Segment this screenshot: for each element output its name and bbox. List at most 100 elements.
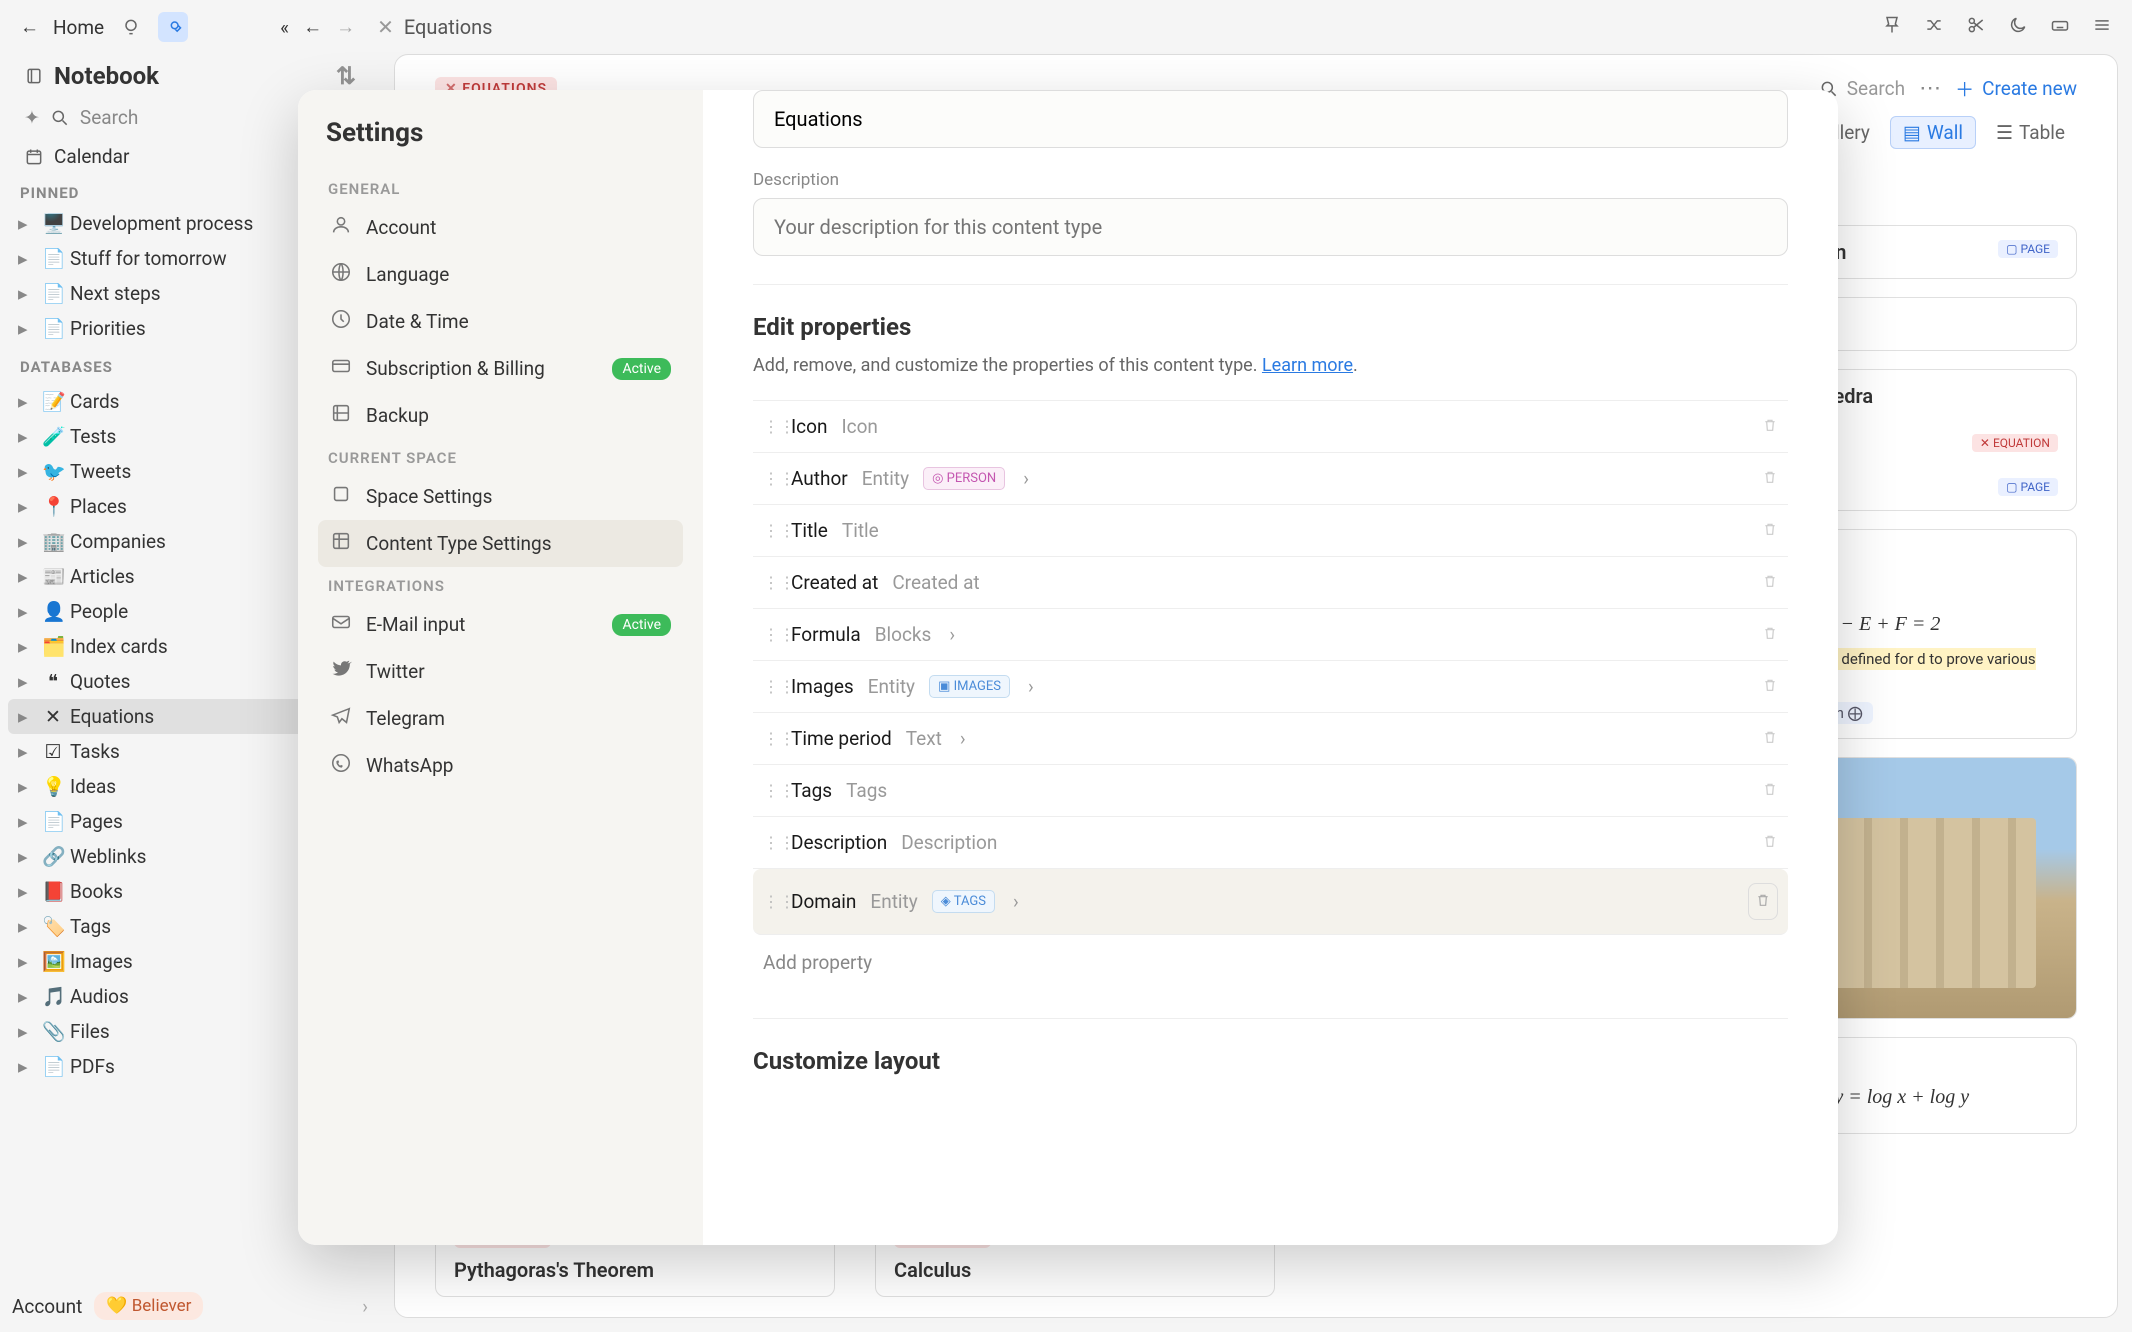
property-row[interactable]: ⋮⋮ Time period Text › bbox=[753, 713, 1788, 765]
chevron-right-icon[interactable]: › bbox=[949, 623, 955, 646]
property-name: Title bbox=[791, 519, 828, 542]
nav-item-label: Language bbox=[366, 263, 449, 286]
description-label: Description bbox=[753, 170, 1788, 190]
chevron-right-icon[interactable]: › bbox=[1013, 890, 1019, 913]
nav-item-label: WhatsApp bbox=[366, 754, 453, 777]
settings-nav-item[interactable]: Language bbox=[318, 251, 683, 298]
clock-icon bbox=[330, 308, 352, 335]
delete-property-icon[interactable] bbox=[1762, 519, 1778, 542]
twitter-icon bbox=[330, 658, 352, 685]
settings-nav-item[interactable]: Date & Time bbox=[318, 298, 683, 345]
settings-nav-item[interactable]: Space Settings bbox=[318, 473, 683, 520]
chevron-right-icon[interactable]: › bbox=[1028, 675, 1034, 698]
property-pill: ▣ IMAGES bbox=[929, 675, 1010, 698]
settings-nav-item[interactable]: E-Mail input Active bbox=[318, 601, 683, 648]
property-pill: ◎ PERSON bbox=[923, 467, 1005, 490]
settings-nav-item[interactable]: Account bbox=[318, 204, 683, 251]
nav-item-label: Account bbox=[366, 216, 436, 239]
content-type-name-input[interactable] bbox=[753, 90, 1788, 148]
delete-property-icon[interactable] bbox=[1762, 831, 1778, 854]
property-row[interactable]: ⋮⋮ Icon Icon bbox=[753, 401, 1788, 453]
property-row[interactable]: ⋮⋮ Images Entity ▣ IMAGES › bbox=[753, 661, 1788, 713]
settings-body: Description Edit properties Add, remove,… bbox=[703, 90, 1838, 1245]
settings-nav-item[interactable]: Backup bbox=[318, 392, 683, 439]
drag-handle-icon[interactable]: ⋮⋮ bbox=[763, 417, 777, 436]
property-row[interactable]: ⋮⋮ Description Description bbox=[753, 817, 1788, 869]
active-badge: Active bbox=[612, 358, 671, 380]
property-row[interactable]: ⋮⋮ Author Entity ◎ PERSON › bbox=[753, 453, 1788, 505]
property-name: Time period bbox=[791, 727, 892, 750]
property-type: Entity bbox=[868, 675, 915, 698]
drag-handle-icon[interactable]: ⋮⋮ bbox=[763, 833, 777, 852]
property-row[interactable]: ⋮⋮ Title Title bbox=[753, 505, 1788, 557]
property-type: Entity bbox=[862, 467, 909, 490]
drag-handle-icon[interactable]: ⋮⋮ bbox=[763, 892, 777, 911]
drag-handle-icon[interactable]: ⋮⋮ bbox=[763, 469, 777, 488]
settings-nav-item[interactable]: Subscription & Billing Active bbox=[318, 345, 683, 392]
delete-property-icon[interactable] bbox=[1748, 883, 1778, 920]
edit-properties-heading: Edit properties bbox=[753, 313, 1788, 341]
nav-item-label: Subscription & Billing bbox=[366, 357, 545, 380]
property-name: Icon bbox=[791, 415, 827, 438]
edit-properties-subtext: Add, remove, and customize the propertie… bbox=[753, 355, 1788, 376]
nav-item-label: Content Type Settings bbox=[366, 532, 552, 555]
property-row[interactable]: ⋮⋮ Formula Blocks › bbox=[753, 609, 1788, 661]
nav-item-label: E-Mail input bbox=[366, 613, 465, 636]
whatsapp-icon bbox=[330, 752, 352, 779]
property-type: Text bbox=[906, 727, 942, 750]
property-name: Author bbox=[791, 467, 848, 490]
nav-item-label: Date & Time bbox=[366, 310, 469, 333]
property-name: Description bbox=[791, 831, 887, 854]
property-row[interactable]: ⋮⋮ Domain Entity ◈ TAGS › bbox=[753, 869, 1788, 935]
nav-item-label: Twitter bbox=[366, 660, 425, 683]
settings-nav-item[interactable]: Telegram bbox=[318, 695, 683, 742]
user-icon bbox=[330, 214, 352, 241]
chevron-right-icon[interactable]: › bbox=[960, 727, 966, 750]
telegram-icon bbox=[330, 705, 352, 732]
add-property-button[interactable]: Add property bbox=[753, 935, 1788, 990]
property-name: Tags bbox=[791, 779, 832, 802]
learn-more-link[interactable]: Learn more bbox=[1262, 355, 1353, 376]
property-name: Formula bbox=[791, 623, 861, 646]
card-icon bbox=[330, 355, 352, 382]
property-type: Created at bbox=[892, 571, 979, 594]
nav-item-label: Space Settings bbox=[366, 485, 492, 508]
property-name: Created at bbox=[791, 571, 878, 594]
property-type: Description bbox=[901, 831, 997, 854]
drag-handle-icon[interactable]: ⋮⋮ bbox=[763, 521, 777, 540]
drag-handle-icon[interactable]: ⋮⋮ bbox=[763, 625, 777, 644]
delete-property-icon[interactable] bbox=[1762, 415, 1778, 438]
delete-property-icon[interactable] bbox=[1762, 571, 1778, 594]
delete-property-icon[interactable] bbox=[1762, 727, 1778, 750]
drag-handle-icon[interactable]: ⋮⋮ bbox=[763, 573, 777, 592]
property-type: Entity bbox=[870, 890, 917, 913]
property-row[interactable]: ⋮⋮ Tags Tags bbox=[753, 765, 1788, 817]
property-row[interactable]: ⋮⋮ Created at Created at bbox=[753, 557, 1788, 609]
settings-nav-item[interactable]: Twitter bbox=[318, 648, 683, 695]
delete-property-icon[interactable] bbox=[1762, 467, 1778, 490]
delete-property-icon[interactable] bbox=[1762, 779, 1778, 802]
chevron-right-icon[interactable]: › bbox=[1023, 467, 1029, 490]
settings-nav-item[interactable]: Content Type Settings bbox=[318, 520, 683, 567]
nav-item-label: Telegram bbox=[366, 707, 445, 730]
property-name: Images bbox=[791, 675, 854, 698]
delete-property-icon[interactable] bbox=[1762, 675, 1778, 698]
mail-icon bbox=[330, 611, 352, 638]
content-icon bbox=[330, 530, 352, 557]
settings-nav: Settings GENERAL Account Language Date &… bbox=[298, 90, 703, 1245]
property-type: Blocks bbox=[875, 623, 932, 646]
drag-handle-icon[interactable]: ⋮⋮ bbox=[763, 677, 777, 696]
backup-icon bbox=[330, 402, 352, 429]
nav-head-integrations: INTEGRATIONS bbox=[318, 567, 683, 601]
nav-item-label: Backup bbox=[366, 404, 429, 427]
drag-handle-icon[interactable]: ⋮⋮ bbox=[763, 729, 777, 748]
property-name: Domain bbox=[791, 890, 856, 913]
settings-modal: Settings GENERAL Account Language Date &… bbox=[298, 90, 1838, 1245]
settings-nav-item[interactable]: WhatsApp bbox=[318, 742, 683, 789]
settings-title: Settings bbox=[318, 118, 683, 148]
nav-head-general: GENERAL bbox=[318, 170, 683, 204]
content-type-description-input[interactable] bbox=[753, 198, 1788, 256]
delete-property-icon[interactable] bbox=[1762, 623, 1778, 646]
property-type: Title bbox=[842, 519, 879, 542]
drag-handle-icon[interactable]: ⋮⋮ bbox=[763, 781, 777, 800]
